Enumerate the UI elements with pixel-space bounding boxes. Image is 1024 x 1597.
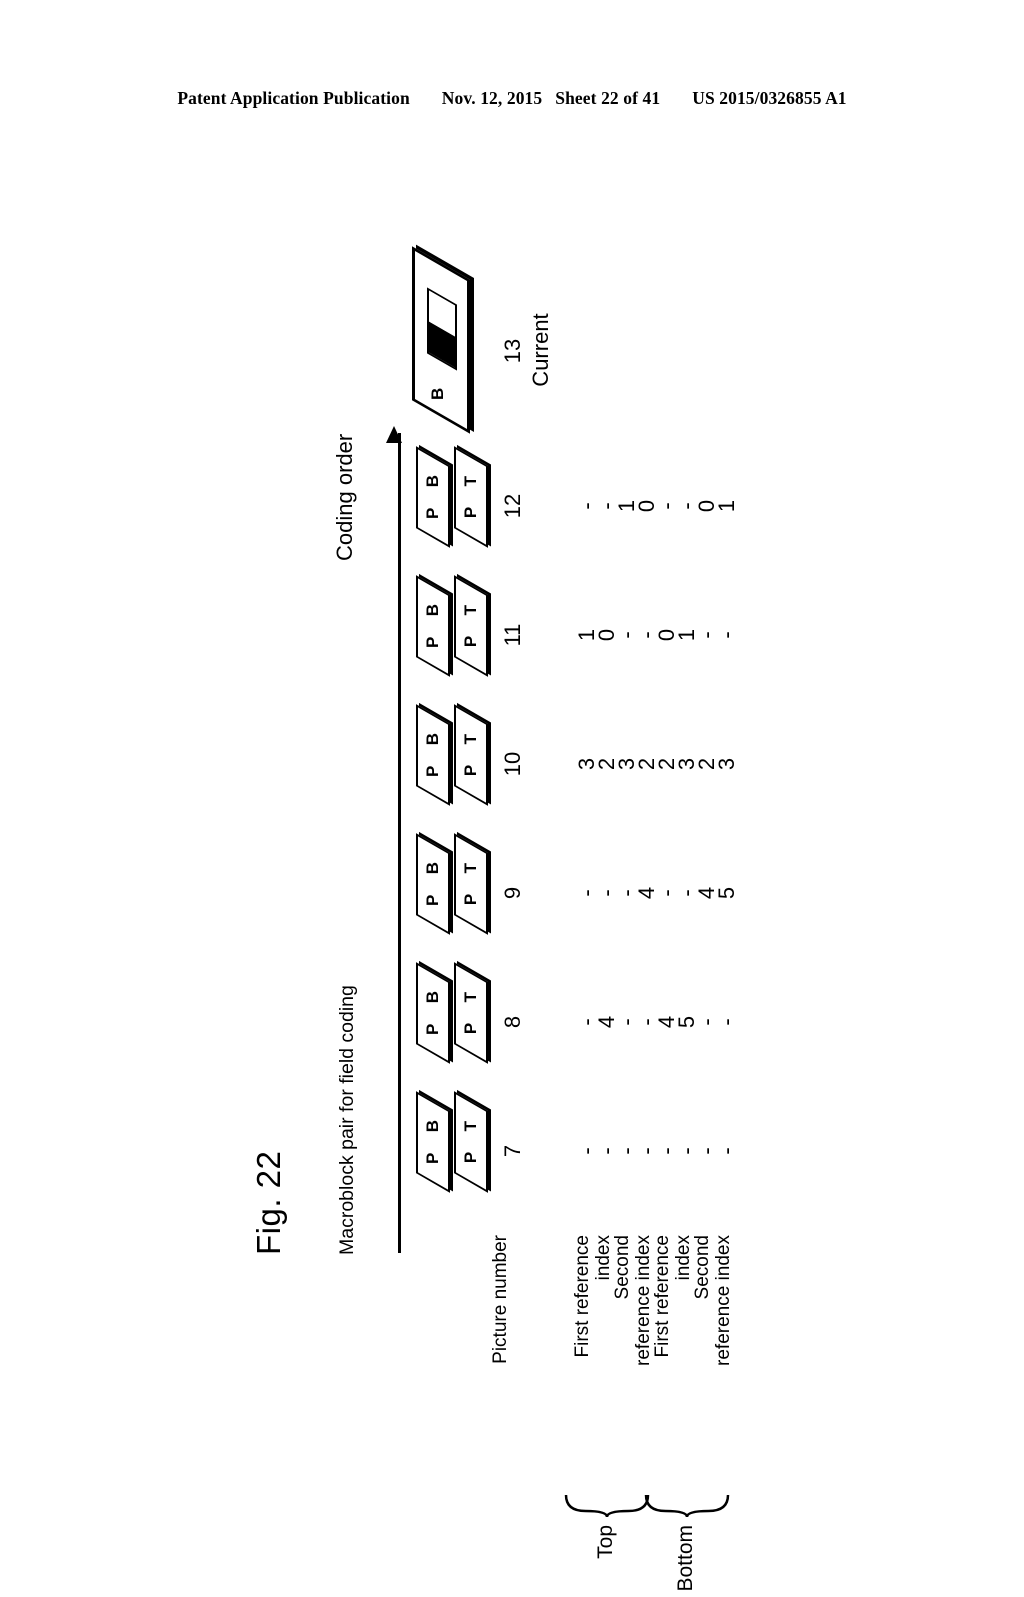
field-block-bottom: P B — [416, 1091, 450, 1193]
coding-order-arrow-line — [398, 433, 401, 1253]
field-block-label: P T — [461, 467, 480, 519]
group-brace-top — [564, 1494, 650, 1518]
figure-canvas: Fig. 22 Macroblock pair for field coding… — [232, 215, 792, 1592]
field-block-label: P B — [423, 724, 442, 778]
picture-number-value: 7 — [500, 1144, 525, 1158]
sheet-number: Sheet 22 of 41 — [555, 88, 661, 108]
coding-order-arrow-icon — [386, 426, 402, 443]
field-block-label: P T — [461, 983, 480, 1035]
field-block-bottom: P B — [416, 962, 450, 1064]
publication-header: Patent Application Publication Nov. 12, … — [0, 88, 1024, 109]
field-block-label: P B — [423, 466, 442, 520]
field-block-label: P T — [461, 1112, 480, 1164]
row-label-line: reference index — [713, 1235, 734, 1366]
current-picture-parallelogram: B — [412, 246, 470, 434]
reference-index-row-label: Second reference index — [692, 1235, 734, 1485]
field-block-label: P T — [461, 725, 480, 777]
field-block-bottom: P B — [416, 704, 450, 806]
group-brace-bottom — [644, 1494, 730, 1518]
reference-index-cell: 3 — [714, 757, 739, 771]
field-block-label: P B — [423, 595, 442, 649]
figure-title: Fig. 22 — [250, 1150, 287, 1255]
field-block-label: P B — [423, 853, 442, 907]
reference-index-cell: 5 — [714, 886, 739, 900]
coding-order-label: Coding order — [332, 433, 357, 561]
current-picture-letter: B — [428, 387, 447, 400]
picture-number-label: Picture number — [490, 1235, 511, 1364]
reference-index-row-label: First reference index — [652, 1235, 694, 1485]
group-brace-label-top: Top — [594, 1525, 617, 1559]
publication-title: Patent Application Publication — [177, 88, 410, 108]
field-block-label: P T — [461, 854, 480, 906]
picture-number-value: 10 — [500, 751, 525, 777]
field-block-label: P B — [423, 982, 442, 1036]
reference-index-cell: - — [714, 631, 739, 639]
picture-number-value: 12 — [500, 493, 525, 519]
field-block-top: P T — [454, 704, 488, 806]
group-brace-label-bottom: Bottom — [674, 1525, 697, 1592]
field-block-label: P B — [423, 1111, 442, 1165]
row-label-line: First reference — [572, 1235, 593, 1358]
publication-date: Nov. 12, 2015 — [441, 88, 543, 108]
current-picture-number: 13 — [500, 338, 525, 364]
field-block-bottom: P B — [416, 446, 450, 548]
figure-caption: Macroblock pair for field coding — [336, 985, 358, 1255]
row-label-line: Second — [692, 1235, 713, 1300]
field-block-top: P T — [454, 833, 488, 935]
reference-index-row-label: Second reference index — [612, 1235, 654, 1485]
reference-index-cell: 1 — [714, 499, 739, 513]
picture-number-value: 11 — [500, 623, 525, 647]
reference-index-cell: - — [714, 1147, 739, 1155]
row-label-line: index — [593, 1235, 614, 1281]
row-label-line: reference index — [633, 1235, 654, 1366]
field-block-top: P T — [454, 575, 488, 677]
reference-index-row-label: First reference index — [572, 1235, 614, 1485]
row-label-line: Second — [612, 1235, 633, 1300]
picture-number-value: 8 — [500, 1015, 525, 1029]
row-label-line: index — [673, 1235, 694, 1281]
field-block-top: P T — [454, 1091, 488, 1193]
field-block-top: P T — [454, 962, 488, 1064]
field-block-bottom: P B — [416, 833, 450, 935]
field-block-bottom: P B — [416, 575, 450, 677]
picture-number-value: 9 — [500, 886, 525, 900]
macroblock-pair-icon — [427, 287, 457, 371]
row-label-line: First reference — [652, 1235, 673, 1358]
document-number: US 2015/0326855 A1 — [692, 88, 847, 108]
reference-index-cell: - — [714, 1018, 739, 1026]
current-picture-caption: Current — [528, 313, 553, 387]
field-block-label: P T — [461, 596, 480, 648]
field-block-top: P T — [454, 446, 488, 548]
